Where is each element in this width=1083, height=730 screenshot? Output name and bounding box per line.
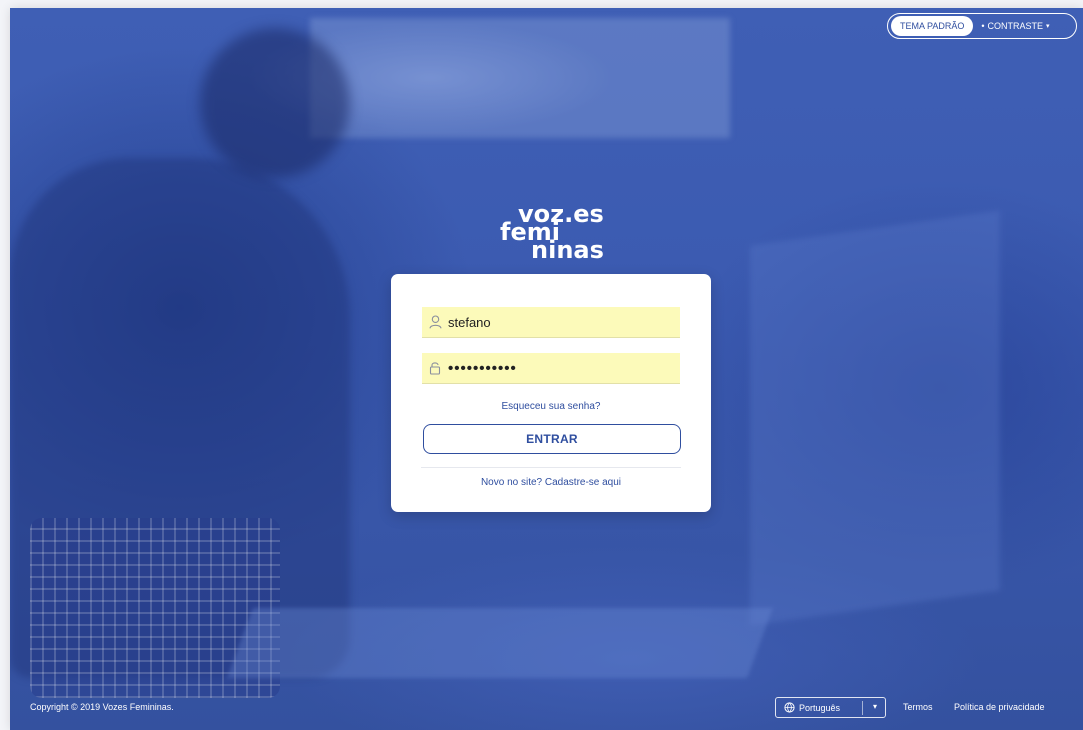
language-value: Português xyxy=(799,702,841,713)
theme-default-button[interactable]: TEMA PADRÃO xyxy=(891,16,974,36)
terms-link[interactable]: Termos xyxy=(903,702,933,712)
privacy-policy-link[interactable]: Política de privacidade xyxy=(954,702,1045,712)
register-link[interactable]: Novo no site? Cadastre-se aqui xyxy=(391,477,711,488)
username-field xyxy=(422,307,680,338)
theme-toggle: TEMA PADRÃO • CONTRASTE ▾ xyxy=(887,13,1077,39)
background-person-head xyxy=(200,28,350,178)
select-separator xyxy=(862,701,863,715)
language-select[interactable]: Português ▾ xyxy=(775,697,886,718)
forgot-password-link[interactable]: Esqueceu sua senha? xyxy=(391,401,711,412)
chevron-down-icon: ▾ xyxy=(1046,23,1050,30)
background-notebook xyxy=(227,608,773,678)
vozes-femininas-logo: voz.es femi ninas xyxy=(500,202,620,267)
lock-icon xyxy=(422,361,448,375)
password-input[interactable] xyxy=(448,354,668,382)
username-input[interactable] xyxy=(448,308,668,336)
password-field xyxy=(422,353,680,384)
logo-line-3: ninas xyxy=(531,236,604,264)
background-laptop xyxy=(750,210,1000,626)
theme-contrast-button[interactable]: • CONTRASTE ▾ xyxy=(981,21,1049,31)
background-window xyxy=(310,18,730,138)
contrast-dot: • xyxy=(981,21,985,31)
login-submit-button[interactable]: ENTRAR xyxy=(423,424,681,454)
copyright-text: Copyright © 2019 Vozes Femininas. xyxy=(30,702,174,712)
login-card: Esqueceu sua senha? ENTRAR Novo no site?… xyxy=(391,274,711,512)
chevron-down-icon: ▾ xyxy=(872,702,877,711)
globe-icon xyxy=(784,702,795,713)
divider xyxy=(421,467,681,468)
contrast-label: CONTRASTE xyxy=(987,21,1044,31)
user-icon xyxy=(422,315,448,329)
